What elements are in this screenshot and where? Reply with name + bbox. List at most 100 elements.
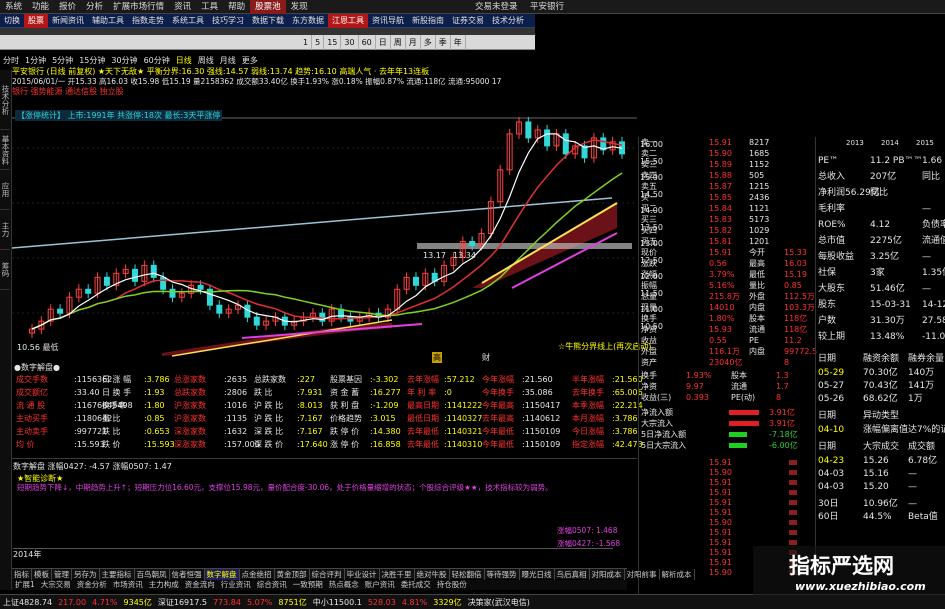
vtab-1[interactable]: 基本资料 — [0, 130, 10, 170]
nav-item-13[interactable]: 技术分析 — [488, 14, 528, 28]
stats-cell: :14.380 — [370, 427, 401, 436]
price-chart[interactable]: 【涨停统计】 上市:1991年 共涨停:18次 最长:3天平涨停 10.56 最… — [12, 98, 651, 363]
function-tab-1[interactable]: 大宗交易 — [38, 580, 74, 590]
function-tab-10[interactable]: 账户资讯 — [362, 580, 398, 590]
period-tab-6[interactable]: 日线 — [173, 55, 195, 66]
vtab-4[interactable]: 筹码 — [0, 250, 10, 290]
period-btn-6[interactable]: 周 — [391, 35, 406, 50]
menu-item-0[interactable]: 系统 — [0, 0, 27, 14]
vtab-3[interactable]: 主力 — [0, 210, 10, 250]
nav-item-12[interactable]: 证券交易 — [448, 14, 488, 28]
period-btn-9[interactable]: 季 — [436, 35, 451, 50]
period-tab-4[interactable]: 30分钟 — [108, 55, 140, 66]
menu-item-4[interactable]: 扩展市场行情 — [108, 0, 169, 14]
nav-item-5[interactable]: 系统工具 — [168, 14, 208, 28]
function-tab-12[interactable]: 持仓股份 — [434, 580, 470, 590]
period-tab-1[interactable]: 1分钟 — [22, 55, 49, 66]
nav-item-9[interactable]: 江恩工具 — [328, 14, 368, 28]
indicator-tab-4[interactable]: 主要指标 — [100, 569, 135, 580]
candle-body-13 — [150, 264, 157, 278]
fund-data-cell: 04-10 — [818, 425, 845, 435]
flow-label: 大宗流入 — [641, 419, 673, 428]
menu-item-8[interactable]: 股票池 — [250, 0, 286, 14]
function-tab-5[interactable]: 资金流向 — [182, 580, 218, 590]
indicator-tab-1[interactable]: 模板 — [32, 569, 52, 580]
function-tab-2[interactable]: 资金分析 — [74, 580, 110, 590]
nav-item-2[interactable]: 新闻资讯 — [48, 14, 88, 28]
menu-item-9[interactable]: 发现 — [286, 0, 313, 14]
period-tab-2[interactable]: 5分钟 — [49, 55, 76, 66]
quote-row: 卖五 15.87 1215 — [639, 181, 816, 192]
flow-bar — [729, 410, 759, 415]
nav-item-0[interactable]: 切换 — [0, 14, 24, 28]
indicator-tab-11[interactable]: 毕业设计 — [345, 569, 380, 580]
period-tab-7[interactable]: 周线 — [195, 55, 217, 66]
function-tab-4[interactable]: 主力构成 — [146, 580, 182, 590]
indicator-tab-16[interactable]: 曝光日线 — [520, 569, 555, 580]
indicator-tab-13[interactable]: 绝对牛股 — [415, 569, 450, 580]
indicator-tab-5[interactable]: 百鸟朝凤 — [135, 569, 170, 580]
menu-item-3[interactable]: 分析 — [81, 0, 108, 14]
period-tab-8[interactable]: 月线 — [217, 55, 239, 66]
menu-item-7[interactable]: 帮助 — [223, 0, 250, 14]
function-tab-9[interactable]: 热点概念 — [326, 580, 362, 590]
indicator-tab-2[interactable]: 管理 — [52, 569, 72, 580]
menu-right-0[interactable]: 交易未登录 — [470, 0, 523, 14]
function-tab-3[interactable]: 市场资讯 — [110, 580, 146, 590]
function-tab-7[interactable]: 综合资讯 — [254, 580, 290, 590]
function-tab-11[interactable]: 委托成交 — [398, 580, 434, 590]
function-tab-8[interactable]: 一致预期 — [290, 580, 326, 590]
period-tab-3[interactable]: 15分钟 — [76, 55, 108, 66]
indicator-tab-15[interactable]: 等待强势 — [485, 569, 520, 580]
period-btn-10[interactable]: 年 — [451, 35, 466, 50]
period-tab-9[interactable]: 更多 — [239, 55, 261, 66]
nav-item-10[interactable]: 资讯导航 — [368, 14, 408, 28]
period-btn-3[interactable]: 30 — [341, 35, 359, 50]
vtab-0[interactable]: 技术分析 — [0, 70, 10, 130]
indicator-tab-9[interactable]: 黄金顶部 — [275, 569, 310, 580]
diag-line1: 数字解盘 涨幅0427: -4.57 涨幅0507: 1.47 — [13, 462, 172, 471]
indicator-tab-3[interactable]: 另存为 — [72, 569, 100, 580]
period-tab-0[interactable]: 分时 — [0, 55, 22, 66]
indicator-tab-17[interactable]: 鸟后真相 — [555, 569, 590, 580]
menu-item-1[interactable]: 功能 — [27, 0, 54, 14]
status-item-2: 4.71% — [92, 598, 118, 607]
period-btn-5[interactable]: 日 — [376, 35, 391, 50]
indicator-tab-8[interactable]: 点金绝招 — [240, 569, 275, 580]
period-tab-5[interactable]: 60分钟 — [141, 55, 173, 66]
blank-region — [535, 14, 945, 56]
nav-item-6[interactable]: 技巧学习 — [208, 14, 248, 28]
indicator-tab-10[interactable]: 综合评判 — [310, 569, 345, 580]
nav-item-8[interactable]: 东方数据 — [288, 14, 328, 28]
nav-item-4[interactable]: 指数走势 — [128, 14, 168, 28]
fund-cell: — — [922, 284, 931, 294]
indicator-tab-0[interactable]: 指标 — [12, 569, 32, 580]
function-tab-6[interactable]: 行业资讯 — [218, 580, 254, 590]
indicator-tab-7[interactable]: 数字解盘 — [204, 569, 240, 580]
period-btn-2[interactable]: 15 — [324, 35, 342, 50]
nav-item-11[interactable]: 新股指南 — [408, 14, 448, 28]
quote-label: 买四 — [641, 226, 657, 235]
period-btn-8[interactable]: 多 — [421, 35, 436, 50]
function-tab-0[interactable]: 扩展1 — [12, 580, 38, 590]
nav-item-3[interactable]: 辅助工具 — [88, 14, 128, 28]
vtab-2[interactable]: 应用 — [0, 170, 10, 210]
indicator-tab-18[interactable]: 对阳成本 — [590, 569, 625, 580]
indicator-tab-20[interactable]: 解析成本 — [660, 569, 695, 580]
nav-item-7[interactable]: 数据下载 — [248, 14, 288, 28]
period-btn-1[interactable]: 5 — [312, 35, 325, 50]
indicator-tab-12[interactable]: 决胜千里 — [380, 569, 415, 580]
fund-data-cell: — — [908, 469, 917, 479]
menu-item-2[interactable]: 报价 — [54, 0, 81, 14]
quote-row: 收益 0.55 PE 11.2 — [639, 335, 816, 346]
menu-item-5[interactable]: 资讯 — [169, 0, 196, 14]
period-btn-7[interactable]: 月 — [406, 35, 421, 50]
indicator-tab-19[interactable]: 对阳前事 — [625, 569, 660, 580]
menu-item-6[interactable]: 工具 — [196, 0, 223, 14]
indicator-tab-14[interactable]: 轻松翻倍 — [450, 569, 485, 580]
period-btn-4[interactable]: 60 — [359, 35, 376, 50]
indicator-tab-6[interactable]: 信者恒强 — [170, 569, 205, 580]
period-btn-0[interactable]: 1 — [300, 35, 313, 50]
menu-right-1[interactable]: 平安银行 — [525, 0, 569, 14]
nav-item-1[interactable]: 股票 — [24, 14, 48, 28]
